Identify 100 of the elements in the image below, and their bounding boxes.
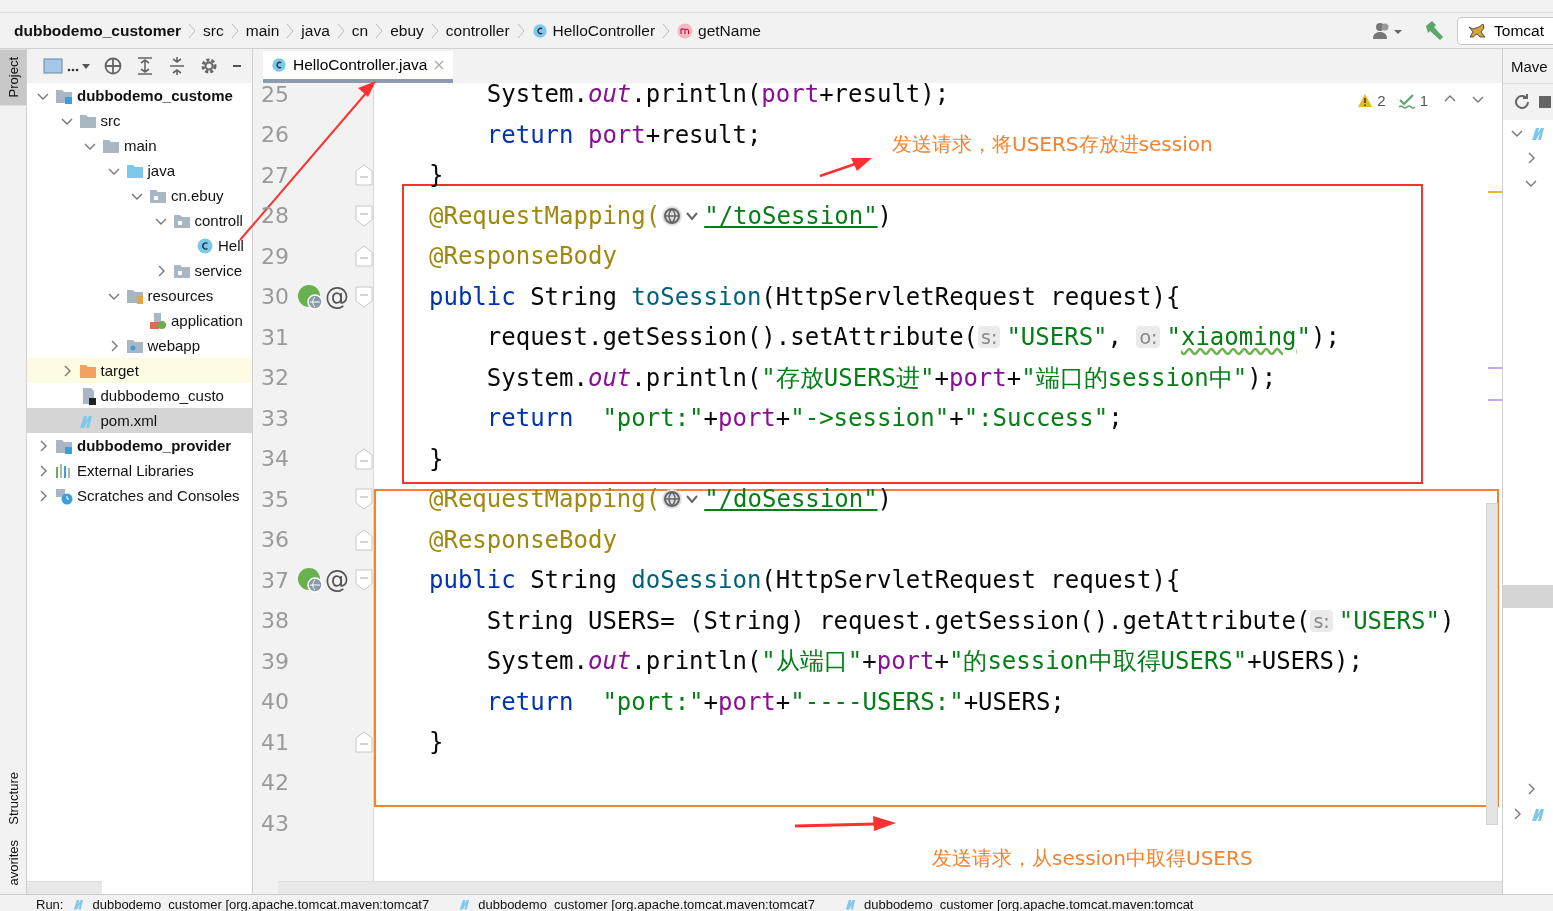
tree-item[interactable]: controll: [27, 208, 252, 233]
tree-item[interactable]: cn.ebuy: [27, 183, 252, 208]
fold-marker-icon[interactable]: [355, 285, 373, 308]
typo-count: 1: [1419, 92, 1428, 109]
line-number: 33: [260, 405, 290, 431]
window-dropdown-icon[interactable]: [43, 57, 91, 75]
scrollbar[interactable]: [27, 881, 102, 894]
fold-marker-icon[interactable]: [355, 731, 373, 754]
code-text: +: [1006, 363, 1022, 392]
line-number: 28: [260, 203, 290, 229]
fold-marker-icon[interactable]: [355, 488, 373, 511]
panel-title[interactable]: Mave: [1503, 49, 1553, 84]
hammer-icon[interactable]: [1423, 19, 1446, 42]
expand-all-icon[interactable]: [135, 56, 155, 76]
scrollbar[interactable]: [278, 881, 1502, 894]
close-icon[interactable]: [433, 59, 446, 71]
code-text: +: [703, 687, 718, 716]
breadcrumb-item[interactable]: ebuy: [390, 21, 424, 40]
fold-marker-icon[interactable]: [355, 164, 373, 187]
code-text: String USERS= (String) request.getSession().getAttribute(: [485, 606, 1311, 635]
line-number: 26: [260, 122, 290, 148]
breadcrumb-item[interactable]: cn: [351, 21, 369, 40]
fold-marker-icon[interactable]: [355, 528, 373, 551]
check-icon[interactable]: [1397, 92, 1416, 109]
keyword: public: [429, 282, 517, 311]
chevron-icon: [188, 21, 197, 40]
class-icon: [531, 22, 548, 39]
tree-item[interactable]: resources: [27, 283, 252, 308]
string-literal: "的session中取得USERS": [948, 646, 1248, 678]
breadcrumb-item[interactable]: src: [203, 21, 224, 40]
crosshair-icon[interactable]: [103, 56, 123, 76]
run-tab[interactable]: dubbodemo_customer [org.apache.tomcat.maven:tomcat: [844, 896, 1194, 911]
tree-item[interactable]: dubbodemo_custo: [27, 383, 252, 408]
gutter-mark[interactable]: @: [325, 566, 349, 595]
line-number: 41: [260, 729, 290, 755]
breadcrumb-item[interactable]: java: [301, 21, 330, 40]
tree-item[interactable]: service: [27, 258, 252, 283]
user-icon[interactable]: [1373, 21, 1404, 40]
tree-item[interactable]: Scratches and Consoles: [27, 483, 252, 508]
fold-marker-icon[interactable]: [355, 569, 373, 592]
string-literal: "port:": [602, 404, 704, 433]
tree-item[interactable]: java: [27, 158, 252, 183]
line-number: 40: [260, 689, 290, 715]
run-tab[interactable]: dubbodemo_customer [org.apache.tomcat.maven:tomcat7: [459, 896, 815, 911]
breadcrumb-item[interactable]: dubbodemo_customer: [14, 21, 182, 40]
annotation-text: 发送请求，从session中取得USERS: [932, 845, 1253, 872]
tree-item[interactable]: dubbodemo_provider: [27, 433, 252, 458]
breadcrumb-item[interactable]: controller: [445, 21, 510, 40]
libraries-icon: [55, 461, 73, 480]
settings-icon[interactable]: [199, 56, 219, 76]
refresh-icon[interactable]: [1513, 93, 1531, 111]
tree-item[interactable]: application: [27, 308, 252, 333]
annotation: @ResponseBody: [429, 242, 617, 271]
code-text: System.: [485, 83, 588, 109]
fold-marker-icon[interactable]: [355, 447, 373, 470]
line-number: 39: [260, 648, 290, 674]
code-text: }: [429, 161, 444, 190]
breadcrumb-item[interactable]: main: [245, 21, 280, 40]
annotation: @ResponseBody: [429, 525, 617, 554]
breadcrumb-item[interactable]: getName: [677, 21, 761, 40]
tree-item[interactable]: webapp: [27, 333, 252, 358]
editor-tab[interactable]: HelloController.java: [263, 51, 454, 83]
code-text: +result;: [645, 120, 762, 149]
annotation: @RequestMapping(: [429, 485, 661, 514]
tool-window-tab[interactable]: avorites: [0, 832, 26, 894]
gutter-mark[interactable]: @: [325, 282, 349, 311]
run-configuration-button[interactable]: Tomcat: [1457, 16, 1553, 45]
code-text: request.getSession().setAttribute(: [485, 323, 979, 352]
scrollbar[interactable]: [1486, 503, 1498, 825]
chevron-icon: [286, 21, 295, 40]
warning-icon[interactable]: [1357, 93, 1374, 108]
config-file-icon: [149, 311, 167, 330]
code-text: +: [862, 647, 877, 676]
tree-item[interactable]: target: [27, 358, 252, 383]
field-name: out: [587, 647, 632, 676]
tree-item[interactable]: External Libraries: [27, 458, 252, 483]
url-link[interactable]: "/toSession": [704, 201, 878, 230]
breadcrumb-item[interactable]: HelloController: [531, 21, 656, 40]
fold-marker-icon[interactable]: [355, 245, 373, 268]
collapse-all-icon[interactable]: [167, 56, 187, 76]
tool-window-tab[interactable]: Project: [0, 49, 26, 106]
tree-item[interactable]: main: [27, 133, 252, 158]
chevron-icon: [430, 21, 439, 40]
string-literal: "从端口": [761, 646, 863, 678]
tree-item[interactable]: dubbodemo_custome: [27, 83, 252, 108]
tree-item[interactable]: src: [27, 108, 252, 133]
code-text: +: [934, 647, 949, 676]
tree-item[interactable]: pom.xml: [27, 408, 252, 433]
variable-name: port: [876, 647, 935, 676]
url-link[interactable]: "/doSession": [704, 485, 878, 514]
string-literal: ":Success": [963, 404, 1109, 433]
keyword: return: [485, 404, 575, 433]
fold-marker-icon[interactable]: [355, 204, 373, 227]
warning-count: 2: [1377, 92, 1386, 109]
run-tab[interactable]: dubbodemo_customer [org.apache.tomcat.maven:tomcat7: [73, 896, 430, 911]
tool-window-tab[interactable]: Structure: [0, 763, 26, 833]
code-text: System.: [485, 363, 588, 392]
class-icon: [271, 57, 287, 73]
tree-item[interactable]: Hell: [27, 233, 252, 258]
code-text: +: [949, 404, 964, 433]
